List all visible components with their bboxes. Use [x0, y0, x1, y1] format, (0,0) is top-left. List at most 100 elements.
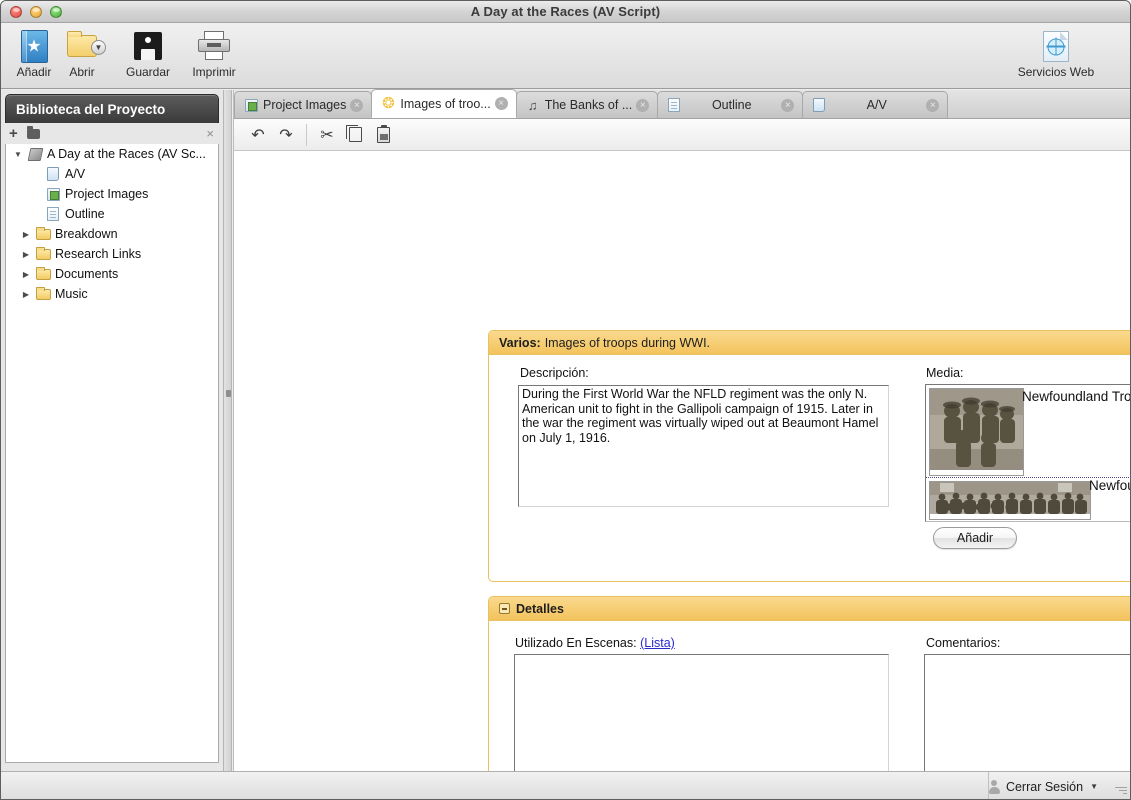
tree-item-documents[interactable]: Documents — [6, 264, 218, 284]
tree-item-breakdown[interactable]: Breakdown — [6, 224, 218, 244]
detalles-card-header: Detalles — [489, 597, 1130, 621]
chevron-down-icon[interactable]: ▼ — [1090, 782, 1098, 791]
redo-button[interactable]: ↷ — [272, 123, 300, 147]
logout-button[interactable]: Cerrar Sesión ▼ — [988, 777, 1098, 796]
window-body: Biblioteca del Proyecto + × A Day at the… — [1, 89, 1130, 771]
toolbar-save-label: Guardar — [125, 65, 171, 79]
doc-icon — [666, 98, 682, 112]
status-bar: Cerrar Sesión ▼ — [1, 771, 1130, 799]
tab-label: A/V — [866, 98, 887, 112]
print-icon — [181, 28, 247, 64]
description-input[interactable]: During the First World War the NFLD regi… — [518, 385, 889, 507]
media-item-title: Newfoundland Troops WW1 — [1022, 389, 1130, 404]
music-note-icon: ♫ — [527, 97, 538, 113]
toolbar-open-button[interactable]: ▼ Abrir — [49, 28, 115, 79]
description-label: Descripción: — [520, 366, 589, 380]
media-list-item[interactable]: Newfoundland Regiment Quitar — [926, 477, 1130, 521]
twisty-right-icon[interactable] — [18, 270, 34, 279]
toolbar-open-label: Abrir — [69, 65, 95, 79]
collapse-toggle-icon[interactable] — [499, 603, 510, 614]
toolbar-save-button[interactable]: Guardar — [115, 28, 181, 79]
folder-icon — [34, 226, 52, 240]
twisty-down-icon[interactable] — [10, 150, 26, 159]
add-item-button[interactable]: + — [9, 125, 18, 142]
tree-item-project[interactable]: A Day at the Races (AV Sc... — [6, 144, 218, 164]
open-folder-icon: ▼ — [49, 28, 115, 64]
twisty-right-icon[interactable] — [18, 290, 34, 299]
form-content: Varios: Images of troops during WWI. Des… — [234, 151, 1130, 771]
library-header: Biblioteca del Proyecto — [5, 94, 219, 123]
folder-icon — [34, 286, 52, 300]
doc-icon — [44, 207, 62, 221]
tree-item-av[interactable]: A/V — [6, 164, 218, 184]
used-in-scenes-list-link[interactable]: (Lista) — [640, 636, 675, 650]
copy-button[interactable] — [341, 123, 369, 147]
web-globe-icon — [1011, 28, 1101, 64]
media-item-title: Newfoundland Regiment — [1089, 478, 1130, 493]
tree-item-project-images[interactable]: Project Images — [6, 184, 218, 204]
undo-button[interactable]: ↶ — [244, 123, 272, 147]
media-list-item[interactable]: Newfoundland Troops WW1 Quitar — [926, 385, 1130, 477]
editor-pane: Project Images × ❂ Images of troo... × ♫… — [233, 89, 1130, 771]
library-toolbar: + × — [1, 123, 223, 144]
tree-item-label: Music — [55, 287, 88, 301]
folder-icon — [34, 266, 52, 280]
tree-item-research-links[interactable]: Research Links — [6, 244, 218, 264]
tab-label: Outline — [711, 98, 752, 112]
tree-item-label: Research Links — [55, 247, 142, 261]
tab-close-icon[interactable]: × — [350, 98, 364, 112]
toolbar-print-label: Imprimir — [192, 65, 236, 79]
pane-splitter[interactable] — [223, 90, 232, 771]
used-in-scenes-input[interactable] — [514, 654, 889, 771]
tab-outline[interactable]: Outline × — [657, 91, 804, 118]
tab-project-images[interactable]: Project Images × — [234, 91, 373, 118]
twisty-right-icon[interactable] — [18, 250, 34, 259]
media-thumbnail[interactable] — [929, 388, 1024, 476]
tree-item-outline[interactable]: Outline — [6, 204, 218, 224]
cut-button[interactable]: ✂ — [313, 123, 341, 147]
tab-the-banks-of[interactable]: ♫ The Banks of ... × — [515, 91, 659, 118]
twisty-right-icon[interactable] — [18, 230, 34, 239]
wwi-soldiers-group-photo-icon — [930, 389, 1023, 470]
edit-toolbar: ↶ ↷ ✂ — [234, 119, 1130, 151]
media-thumbnail[interactable] — [929, 481, 1091, 520]
varios-card-header-prefix: Varios: — [499, 335, 541, 350]
images-icon — [243, 98, 259, 112]
toolbar-print-button[interactable]: Imprimir — [181, 28, 247, 79]
logout-label: Cerrar Sesión — [1005, 779, 1084, 794]
add-media-button[interactable]: Añadir — [933, 527, 1017, 549]
used-in-scenes-label-text: Utilizado En Escenas: — [515, 636, 637, 650]
project-library-pane: Biblioteca del Proyecto + × A Day at the… — [1, 90, 223, 771]
comments-label: Comentarios: — [926, 636, 1001, 650]
tab-close-icon[interactable]: × — [494, 97, 508, 110]
tab-label: The Banks of ... — [544, 98, 633, 112]
tab-close-icon[interactable]: × — [636, 98, 650, 112]
tree-item-label: A/V — [65, 167, 86, 181]
tab-images-of-troops[interactable]: ❂ Images of troo... × — [371, 89, 517, 118]
splitter-grip[interactable] — [226, 390, 231, 397]
media-list[interactable]: Newfoundland Troops WW1 Quitar — [925, 384, 1130, 522]
tab-av[interactable]: A/V × — [802, 91, 949, 118]
used-in-scenes-label: Utilizado En Escenas: (Lista) — [515, 636, 675, 650]
wwi-regiment-lineup-photo-icon — [930, 482, 1090, 514]
save-floppy-icon — [115, 28, 181, 64]
comments-input[interactable] — [924, 654, 1130, 771]
window-title: A Day at the Races (AV Script) — [470, 4, 661, 19]
tree-item-music[interactable]: Music — [6, 284, 218, 304]
tab-close-icon[interactable]: × — [926, 98, 940, 112]
toolbar-divider — [306, 123, 307, 146]
toolbar-web-services-button[interactable]: Servicios Web — [1011, 28, 1101, 79]
detalles-card-header-title: Detalles — [516, 601, 564, 616]
close-library-button[interactable]: × — [206, 126, 214, 141]
tree-item-label: A Day at the Races (AV Sc... — [47, 147, 206, 161]
application-window: A Day at the Races (AV Script) ★ Añadir … — [0, 0, 1131, 800]
tree-item-label: Project Images — [65, 187, 149, 201]
tab-close-icon[interactable]: × — [781, 98, 795, 112]
description-value: During the First World War the NFLD regi… — [522, 387, 879, 445]
project-icon — [26, 147, 44, 161]
paste-button[interactable] — [369, 123, 397, 147]
resize-grip[interactable] — [1113, 783, 1127, 797]
av-doc-icon — [811, 98, 827, 112]
new-folder-icon[interactable] — [26, 125, 40, 139]
project-tree[interactable]: A Day at the Races (AV Sc... A/V Project… — [5, 144, 219, 763]
